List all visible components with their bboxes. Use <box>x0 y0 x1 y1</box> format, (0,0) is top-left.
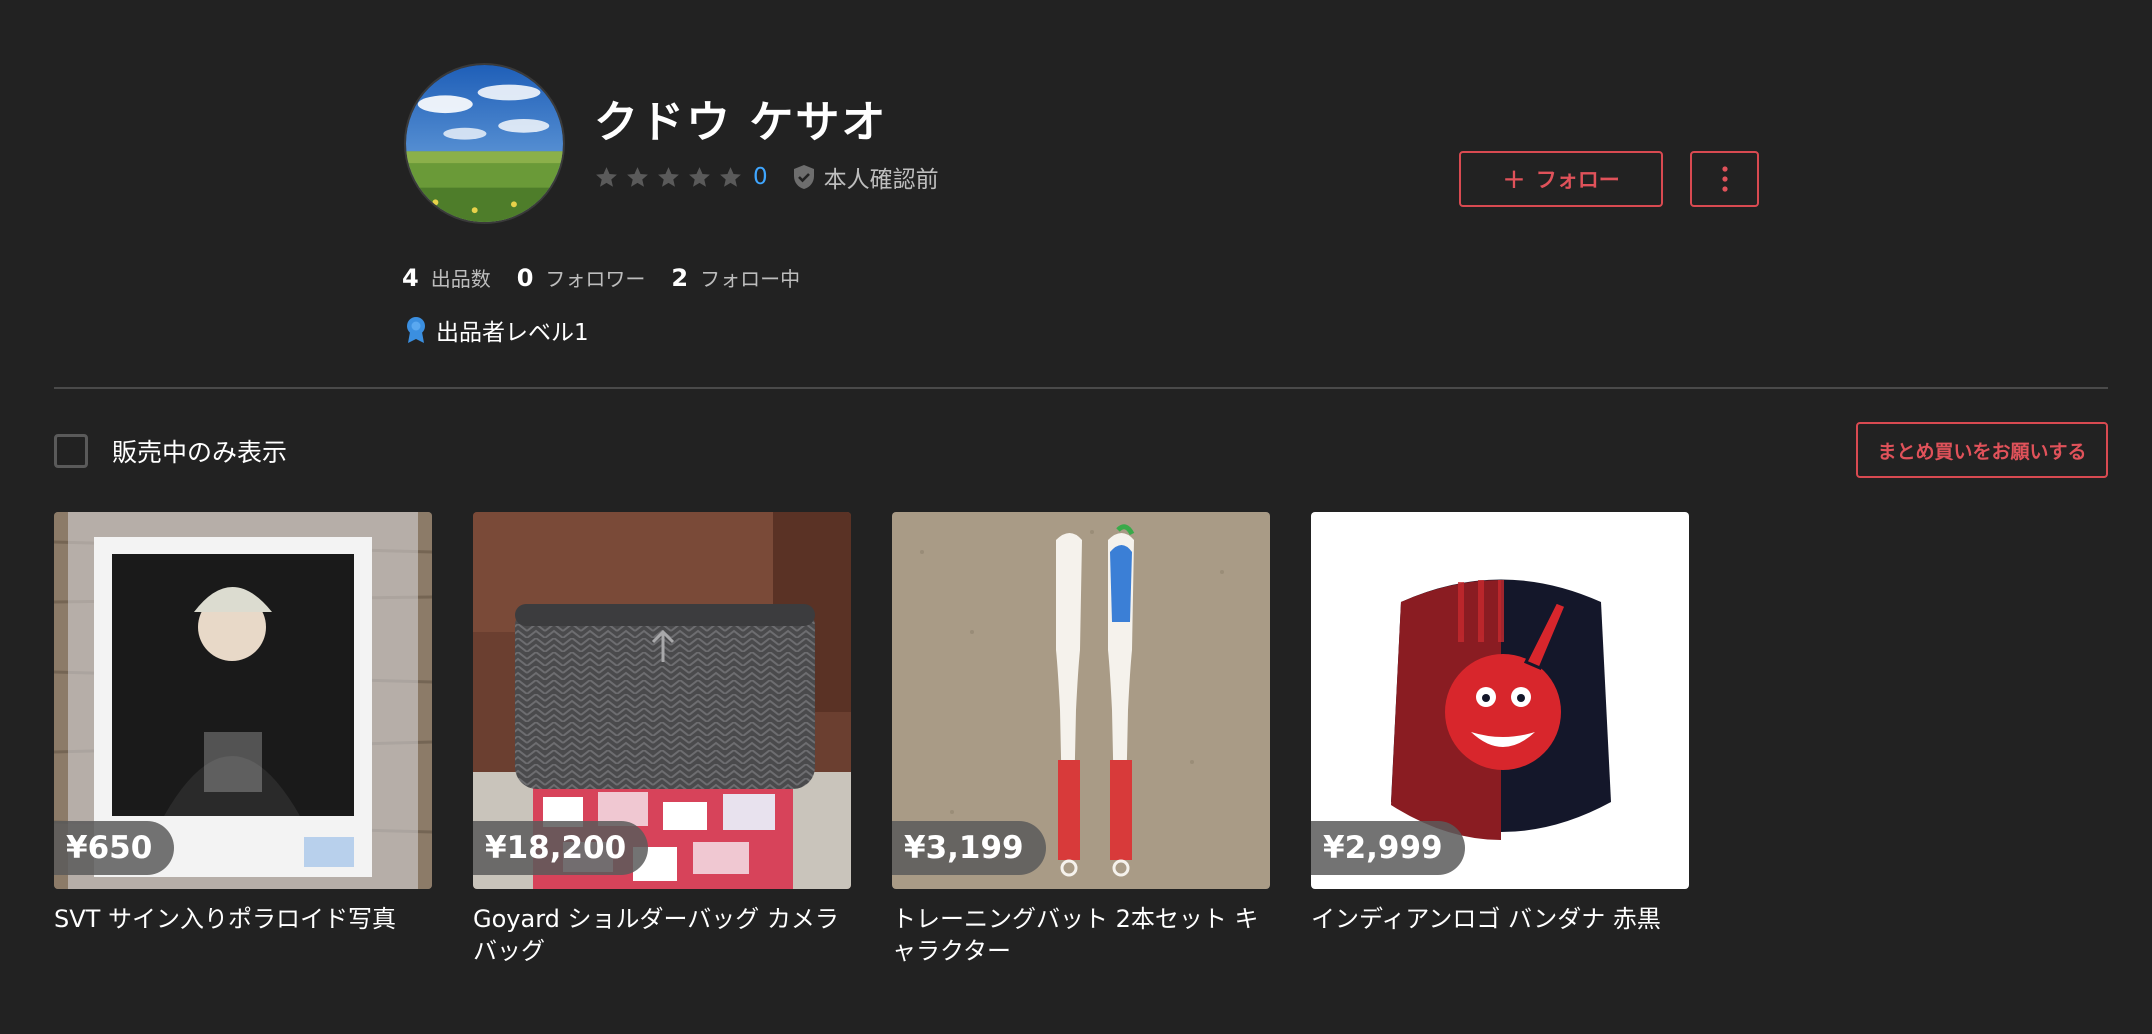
on-sale-checkbox[interactable] <box>54 434 88 468</box>
stat-listings[interactable]: 4 出品数 <box>402 263 491 292</box>
item-thumbnail: ¥18,200 <box>473 512 851 889</box>
stat-followers[interactable]: 0 フォロワー <box>517 263 646 292</box>
price-badge: ¥3,199 <box>892 821 1046 875</box>
rating-count-link[interactable]: 0 <box>753 164 768 190</box>
profile-stats: 4 出品数 0 フォロワー 2 フォロー中 <box>402 263 826 292</box>
more-options-button[interactable] <box>1690 151 1759 207</box>
item-title[interactable]: Goyard ショルダーバッグ カメラバッグ <box>473 903 851 967</box>
price-badge: ¥18,200 <box>473 821 649 875</box>
avatar-landscape-image <box>406 65 563 222</box>
stat-label: 出品数 <box>430 267 491 291</box>
follow-button[interactable]: + フォロー <box>1459 151 1663 207</box>
star-icon <box>687 165 712 190</box>
more-vertical-icon <box>1721 166 1728 192</box>
on-sale-filter[interactable]: 販売中のみ表示 <box>54 433 287 469</box>
stat-label: フォロワー <box>545 267 646 291</box>
seller-level-text: 出品者レベル1 <box>436 320 589 346</box>
star-icon <box>718 165 743 190</box>
seller-level: 出品者レベル1 <box>404 313 589 347</box>
stat-value: 0 <box>516 264 534 292</box>
item-card[interactable]: ¥3,199 トレーニングバット 2本セット キャラクター <box>892 512 1270 967</box>
on-sale-filter-label: 販売中のみ表示 <box>112 438 288 467</box>
item-thumbnail: ¥3,199 <box>892 512 1270 889</box>
item-thumbnail: ¥2,999 <box>1311 512 1689 889</box>
divider <box>54 387 2108 389</box>
follow-button-label: フォロー <box>1535 168 1620 192</box>
bulk-purchase-request-button[interactable]: まとめ買いをお願いする <box>1856 422 2108 478</box>
profile-name: クドウ ケサオ <box>594 97 888 148</box>
shield-check-icon <box>792 164 816 190</box>
stat-value: 2 <box>671 264 689 292</box>
item-title[interactable]: インディアンロゴ バンダナ 赤黒 <box>1311 903 1689 935</box>
price-badge: ¥2,999 <box>1311 821 1465 875</box>
item-title[interactable]: SVT サイン入りポラロイド写真 <box>54 903 432 935</box>
stat-value: 4 <box>402 264 419 292</box>
item-title[interactable]: トレーニングバット 2本セット キャラクター <box>892 903 1270 967</box>
star-icon <box>594 165 619 190</box>
rating-row: 0 本人確認前 <box>594 160 939 194</box>
avatar <box>404 63 565 224</box>
plus-icon: + <box>1502 162 1526 195</box>
badge-icon <box>404 316 428 344</box>
item-card[interactable]: ¥18,200 Goyard ショルダーバッグ カメラバッグ <box>473 512 851 967</box>
verification-status: 本人確認前 <box>823 167 939 193</box>
star-icon <box>656 165 681 190</box>
item-card[interactable]: ¥650 SVT サイン入りポラロイド写真 <box>54 512 432 935</box>
item-card[interactable]: ¥2,999 インディアンロゴ バンダナ 赤黒 <box>1311 512 1689 935</box>
item-thumbnail: ¥650 <box>54 512 432 889</box>
stat-following[interactable]: 2 フォロー中 <box>671 263 800 292</box>
stat-label: フォロー中 <box>700 267 801 291</box>
price-badge: ¥650 <box>54 821 175 875</box>
star-icon <box>625 165 650 190</box>
